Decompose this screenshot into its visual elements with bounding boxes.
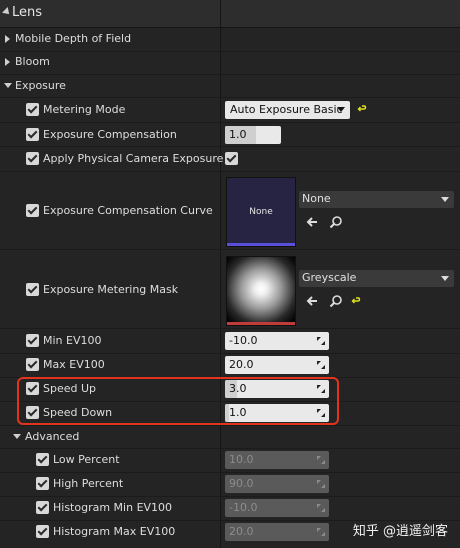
property-label: Low Percent <box>53 453 120 466</box>
property-row-histogram-min-ev100: Histogram Min EV100 -10.0 <box>0 497 460 520</box>
reset-to-default-icon[interactable] <box>357 104 367 114</box>
override-checkbox[interactable] <box>36 525 49 538</box>
expand-arrow-icon[interactable] <box>5 35 10 43</box>
collapse-arrow-icon[interactable] <box>4 83 12 88</box>
override-checkbox[interactable] <box>26 283 39 296</box>
field-value: 1.0 <box>229 128 247 141</box>
asset-picker-value: None <box>302 192 331 205</box>
browse-search-icon[interactable] <box>329 215 343 229</box>
property-label: Exposure Compensation <box>43 128 177 141</box>
watermark: 知乎 @逍遥剑客 <box>352 524 448 539</box>
property-row-exposure-compensation-curve: Exposure Compensation Curve None None <box>0 172 460 248</box>
category-title: Lens <box>12 5 43 20</box>
histogram-max-field[interactable]: 20.0 <box>225 523 329 541</box>
mask-asset-picker[interactable]: Greyscale <box>299 270 454 287</box>
chevron-down-icon <box>441 197 449 202</box>
section-label: Advanced <box>25 430 80 443</box>
dropdown-value: Auto Exposure Basic <box>230 103 343 116</box>
histogram-min-field[interactable]: -10.0 <box>225 499 329 517</box>
expand-arrow-icon[interactable] <box>5 58 10 66</box>
exposure-compensation-field[interactable]: 1.0 <box>225 126 281 144</box>
curve-thumbnail[interactable]: None <box>226 177 296 247</box>
property-label: Metering Mode <box>43 103 126 116</box>
expand-arrows-icon[interactable] <box>317 528 325 536</box>
property-row-apply-physical-camera-exposure: Apply Physical Camera Exposure <box>0 147 460 171</box>
expand-arrows-icon[interactable] <box>317 480 325 488</box>
expand-arrows-icon[interactable] <box>317 456 325 464</box>
property-label: Apply Physical Camera Exposure <box>43 152 224 165</box>
low-percent-field[interactable]: 10.0 <box>225 451 329 469</box>
property-row-min-ev100: Min EV100 -10.0 <box>0 329 460 353</box>
field-value: 90.0 <box>229 477 254 490</box>
property-row-low-percent: Low Percent 10.0 <box>0 449 460 472</box>
property-label: Histogram Min EV100 <box>53 501 173 514</box>
field-value: 10.0 <box>229 453 254 466</box>
browse-search-icon[interactable] <box>329 294 343 308</box>
section-mobile-depth-of-field[interactable]: Mobile Depth of Field <box>0 28 460 51</box>
override-checkbox[interactable] <box>26 334 39 347</box>
section-advanced[interactable]: Advanced <box>0 425 460 448</box>
section-label: Bloom <box>15 55 50 68</box>
field-value: 20.0 <box>229 358 254 371</box>
override-checkbox[interactable] <box>36 501 49 514</box>
collapse-arrow-icon[interactable] <box>13 434 21 439</box>
property-row-exposure-compensation: Exposure Compensation 1.0 <box>0 123 460 146</box>
override-checkbox[interactable] <box>26 103 39 116</box>
field-value: -10.0 <box>229 334 258 347</box>
property-row-max-ev100: Max EV100 20.0 <box>0 354 460 377</box>
property-label: Max EV100 <box>43 358 105 371</box>
mask-texture-thumbnail[interactable] <box>226 256 296 326</box>
metering-mode-dropdown[interactable]: Auto Exposure Basic <box>225 101 350 119</box>
collapse-arrow-icon[interactable] <box>2 7 12 17</box>
expand-arrows-icon[interactable] <box>317 361 325 369</box>
section-exposure[interactable]: Exposure <box>0 74 460 97</box>
property-row-metering-mode: Metering Mode Auto Exposure Basic <box>0 98 460 122</box>
override-checkbox[interactable] <box>26 128 39 141</box>
property-row-high-percent: High Percent 90.0 <box>0 473 460 496</box>
field-value: 20.0 <box>229 525 254 538</box>
thumbnail-label: None <box>249 207 273 217</box>
reset-to-default-icon[interactable] <box>351 296 361 306</box>
override-checkbox[interactable] <box>36 477 49 490</box>
property-label: Histogram Max EV100 <box>53 525 176 538</box>
curve-asset-picker[interactable]: None <box>299 191 454 208</box>
details-header[interactable]: Lens <box>0 0 460 28</box>
min-ev100-field[interactable]: -10.0 <box>225 332 329 350</box>
section-bloom[interactable]: Bloom <box>0 51 460 74</box>
asset-type-bar <box>227 243 295 246</box>
override-checkbox[interactable] <box>26 204 39 217</box>
section-label: Mobile Depth of Field <box>15 32 132 45</box>
use-selected-arrow-icon[interactable] <box>305 215 319 229</box>
property-label: High Percent <box>53 477 124 490</box>
high-percent-field[interactable]: 90.0 <box>225 475 329 493</box>
expand-arrows-icon[interactable] <box>317 504 325 512</box>
field-value: -10.0 <box>229 501 258 514</box>
use-selected-arrow-icon[interactable] <box>305 294 319 308</box>
apply-physical-value-checkbox[interactable] <box>225 152 238 165</box>
property-label: Exposure Metering Mask <box>43 283 179 296</box>
chevron-down-icon <box>337 107 345 112</box>
section-label: Exposure <box>15 79 66 92</box>
speed-highlight-box <box>17 377 339 425</box>
property-row-exposure-metering-mask: Exposure Metering Mask Greyscale <box>0 250 460 326</box>
asset-picker-value: Greyscale <box>302 271 357 284</box>
override-checkbox[interactable] <box>36 453 49 466</box>
override-checkbox[interactable] <box>26 152 39 165</box>
override-checkbox[interactable] <box>26 358 39 371</box>
chevron-down-icon <box>441 276 449 281</box>
expand-arrows-icon[interactable] <box>317 337 325 345</box>
property-label: Exposure Compensation Curve <box>43 204 213 217</box>
property-label: Min EV100 <box>43 334 102 347</box>
max-ev100-field[interactable]: 20.0 <box>225 356 329 374</box>
asset-type-bar <box>227 322 295 325</box>
